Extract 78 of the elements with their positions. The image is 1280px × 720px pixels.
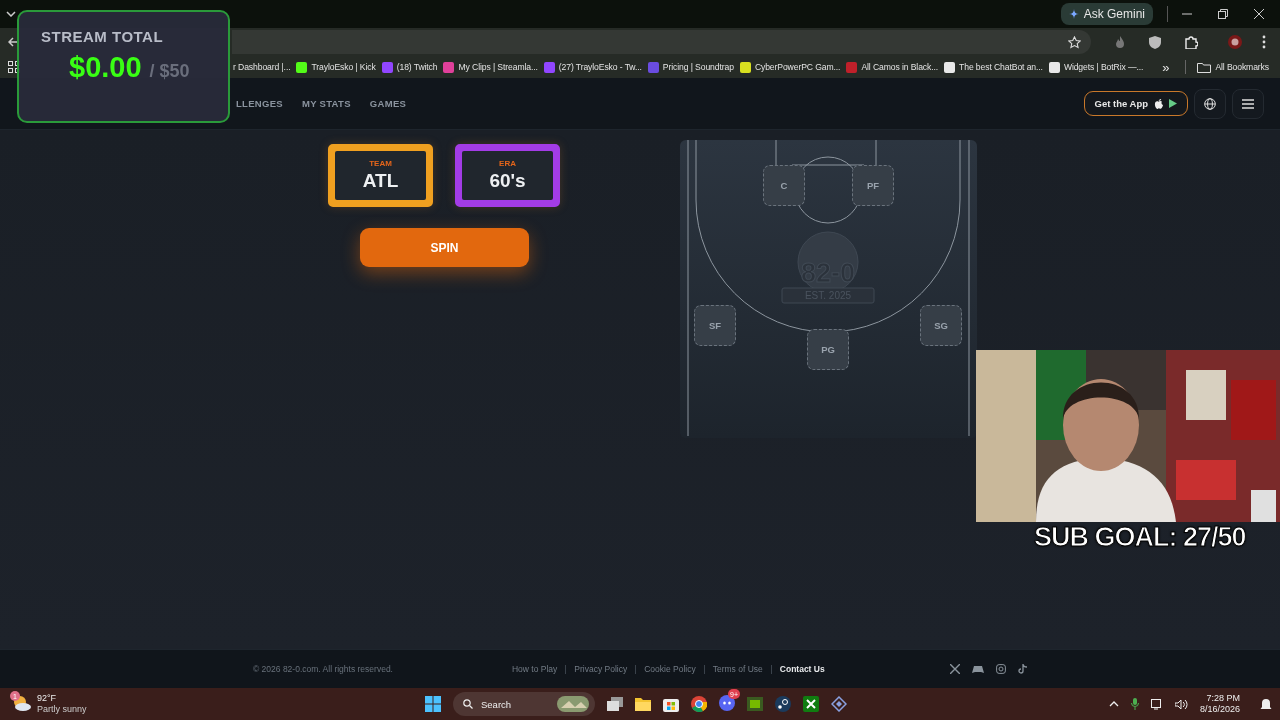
apple-icon [1154, 98, 1163, 109]
donation-amount: $0.00 [69, 51, 142, 84]
pick-label: ERA [499, 159, 516, 168]
position-slot[interactable]: SG [920, 305, 962, 346]
folder-icon [1197, 61, 1212, 73]
weather-condition: Partly sunny [37, 704, 87, 715]
bell-icon[interactable] [1260, 697, 1272, 711]
sparkle-icon [1068, 9, 1079, 19]
bookmark-link[interactable]: Pricing | Soundtrap [644, 61, 737, 73]
store-icon[interactable] [663, 696, 679, 712]
pick-label: TEAM [369, 159, 392, 168]
position-slot[interactable]: SF [694, 305, 736, 346]
ask-gemini-button[interactable]: Ask Gemini [1060, 3, 1153, 25]
more-menu-icon[interactable] [1262, 35, 1266, 49]
speaker-icon[interactable] [1174, 698, 1188, 710]
bookmark-link[interactable]: My Clips | Streamla... [440, 61, 541, 73]
sun-cloud-icon[interactable] [13, 695, 31, 711]
donation-goal: / $50 [149, 61, 190, 82]
footer-link[interactable]: Contact Us [779, 664, 825, 674]
footer-link[interactable]: Privacy Policy [574, 664, 628, 674]
task-view-icon[interactable] [607, 697, 623, 711]
language-button[interactable] [1194, 88, 1226, 119]
restore-icon[interactable] [1218, 9, 1228, 19]
chevron-up-icon[interactable] [1108, 701, 1119, 707]
clock-date[interactable]: 8/16/2026 [1199, 704, 1240, 715]
footer-link[interactable]: How to Play [511, 664, 558, 674]
close-icon[interactable] [1254, 9, 1264, 19]
position-slot[interactable]: PF [852, 165, 894, 206]
clock-time[interactable]: 7:28 PM [1206, 693, 1240, 704]
game-controller-icon[interactable] [972, 664, 984, 674]
chevron-down-icon[interactable] [6, 11, 16, 17]
folder-icon[interactable] [635, 697, 651, 711]
nav-link[interactable]: MY STATS [301, 98, 351, 109]
bookmark-link[interactable]: (18) Twitch [378, 61, 441, 73]
microphone-icon[interactable] [1130, 698, 1139, 710]
position-slot[interactable]: PG [807, 329, 849, 370]
camera-icon[interactable] [996, 664, 1006, 674]
pick-value: ATL [362, 170, 399, 192]
nav-link[interactable]: GAMES [369, 98, 407, 109]
music-note-icon[interactable] [1018, 664, 1027, 674]
all-bookmarks-link[interactable]: All Bookmarks [1194, 61, 1272, 73]
stream-total-title: STREAM TOTAL [41, 28, 165, 45]
bookmark-link[interactable]: The best ChatBot an... [941, 61, 1046, 73]
network-icon[interactable] [1150, 698, 1163, 710]
flame-icon[interactable] [1115, 36, 1125, 48]
more-bookmarks-button[interactable]: » [1154, 59, 1178, 75]
globe-icon [1204, 97, 1216, 110]
xbox-icon[interactable] [803, 696, 819, 712]
footer-link[interactable]: Cookie Policy [644, 664, 696, 674]
profile-avatar-icon[interactable] [1228, 35, 1242, 49]
search-icon [463, 699, 473, 709]
bookmark-link[interactable]: TrayloEsko | Kick [293, 61, 379, 73]
windows-start-icon[interactable] [425, 696, 441, 712]
nav-link[interactable]: LLENGES [236, 98, 283, 109]
bookmark-link[interactable]: Widgets | BotRix —... [1045, 61, 1147, 73]
get-app-button[interactable]: Get the App [1083, 91, 1188, 116]
bookmark-link[interactable]: CyberPowerPC Gam... [736, 61, 844, 73]
play-store-icon [1169, 99, 1177, 108]
chat-app-icon[interactable] [719, 695, 735, 711]
x-logo-icon[interactable] [950, 664, 960, 674]
steam-icon[interactable] [775, 696, 791, 712]
bookmark-link[interactable]: (27) TrayloEsko - Tw... [540, 61, 645, 73]
sub-goal-text: SUB GOAL: 27/50 [1034, 522, 1246, 553]
menu-button[interactable] [1232, 88, 1264, 119]
browser-icon[interactable] [691, 696, 707, 712]
footer-link[interactable]: Terms of Use [712, 664, 763, 674]
bookmark-link[interactable]: All Camos in Black... [843, 61, 942, 73]
puzzle-icon[interactable] [1185, 35, 1198, 49]
pick-value: 60's [489, 170, 526, 192]
position-slot[interactable]: C [763, 165, 805, 206]
diamond-app-icon[interactable] [831, 696, 847, 712]
gpu-app-icon[interactable] [747, 697, 763, 711]
menu-icon [1242, 98, 1254, 109]
copyright-text: © 2026 82-0.com. All rights reserved. [253, 664, 393, 674]
temperature-text: 92°F [37, 693, 58, 704]
shield-icon[interactable] [1149, 35, 1161, 49]
bookmark-link[interactable]: r Dashboard |... [230, 62, 294, 72]
star-icon[interactable] [1068, 35, 1081, 49]
